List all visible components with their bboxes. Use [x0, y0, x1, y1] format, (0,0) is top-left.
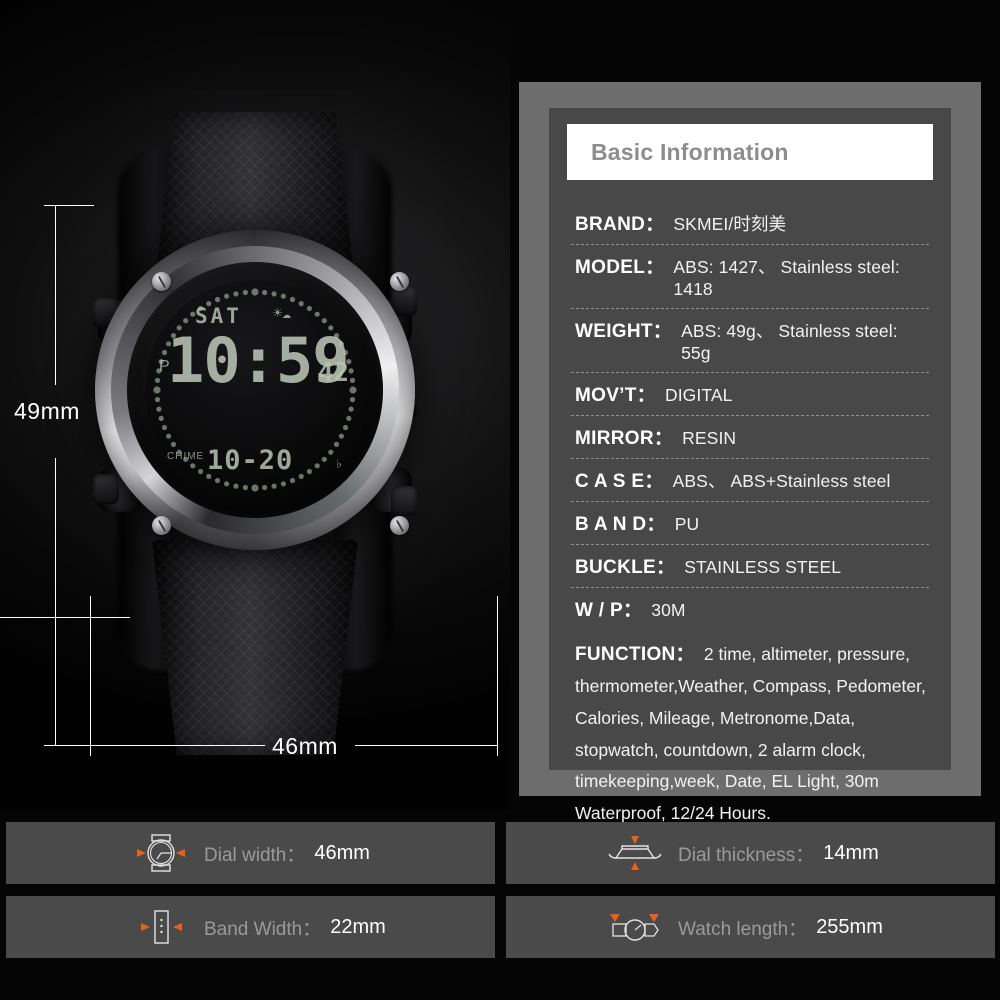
spec-row: BRAND： SKMEI/时刻美 — [571, 202, 929, 245]
dim-vline-upper — [55, 205, 56, 385]
dim-height-label: 49mm — [14, 398, 80, 424]
spec-value-function: 2 time, altimeter, pressure, thermometer… — [575, 644, 926, 824]
spec-row: BUCKLE： STAINLESS STEEL — [571, 545, 929, 588]
info-label-watch-length: Watch length： — [678, 918, 808, 940]
spec-label: BUCKLE： — [575, 557, 676, 578]
info-label-dial-thickness: Dial thickness： — [678, 844, 815, 866]
watch-lcd-display: SAT ☀☁ P 10:59 42 CHIME 10-20 ♭ — [145, 280, 365, 500]
spec-value: RESIN — [682, 428, 737, 448]
dim-width-label: 46mm — [272, 733, 338, 759]
spec-label: C A S E： — [575, 471, 664, 492]
page-title: Basic Information — [591, 138, 789, 165]
spec-value: STAINLESS STEEL — [684, 557, 842, 577]
spec-card: Basic Information BRAND： SKMEI/时刻美 MODEL： A… — [549, 108, 951, 823]
lcd-date: 10-20 — [207, 445, 294, 476]
spec-value: ABS、 ABS+Stainless steel — [672, 471, 891, 491]
info-label-dial-width: Dial width： — [204, 844, 306, 866]
watch-dial-width-icon — [130, 830, 192, 876]
spec-card-frame: Basic Information BRAND： SKMEI/时刻美 MODEL： A… — [519, 82, 981, 823]
spec-row: C A S E： ABS、 ABS+Stainless steel — [571, 459, 929, 502]
info-bar-dial-width: Dial width： 46mm — [6, 822, 495, 884]
bezel-screw — [390, 272, 409, 291]
info-value-watch-length: 255mm — [816, 915, 883, 938]
dim-aux-line — [0, 617, 130, 618]
bezel-screw — [390, 516, 409, 535]
spec-row: MIRROR： RESIN — [571, 416, 929, 459]
info-bar-dial-thickness: Dial thickness： 14mm — [506, 822, 995, 884]
dim-tick-bottom — [44, 745, 94, 746]
spec-row: WEIGHT： ABS: 49g、 Stainless steel: 55g — [571, 309, 929, 373]
spec-value: PU — [674, 514, 700, 534]
product-photo-panel: SAT ☀☁ P 10:59 42 CHIME 10-20 ♭ 49mm 46m… — [0, 0, 510, 810]
watch-thickness-icon — [604, 830, 666, 876]
watch-length-icon — [604, 904, 666, 950]
band-width-icon — [130, 904, 192, 950]
spec-value: DIGITAL — [664, 385, 733, 405]
dim-hline-right-tick — [497, 596, 498, 756]
spec-label: MIRROR： — [575, 428, 674, 449]
info-bar-watch-length: Watch length： 255mm — [506, 896, 995, 958]
spec-row-list: BRAND： SKMEI/时刻美 MODEL： ABS: 1427、 Stainles… — [571, 202, 929, 630]
dim-hline-left-tick — [90, 596, 91, 756]
spec-row: B A N D： PU — [571, 502, 929, 545]
spec-row: W / P： 30M — [571, 588, 929, 630]
spec-label: B A N D： — [575, 514, 666, 535]
spec-value: ABS: 1427、 Stainless steel: 1418 — [673, 257, 900, 299]
dim-hline-right — [355, 745, 498, 746]
spec-label: MOV’T： — [575, 385, 656, 406]
spec-value: 30M — [651, 600, 686, 620]
dim-hline-left — [90, 745, 265, 746]
lcd-chime-label: CHIME — [167, 451, 205, 462]
bell-icon: ♭ — [335, 457, 343, 472]
sun-cloud-icon: ☀☁ — [273, 304, 292, 322]
watch-strap-bottom — [152, 540, 358, 755]
info-bar-band-width: Band Width： 22mm — [6, 896, 495, 958]
watch-pusher-button — [391, 486, 417, 516]
spec-row: MODEL： ABS: 1427、 Stainless steel: 1418 — [571, 245, 929, 309]
info-value-dial-width: 46mm — [314, 841, 370, 864]
spec-label: BRAND： — [575, 214, 665, 235]
watch-pusher-button — [93, 474, 119, 504]
spec-title-bar: Basic Information — [567, 124, 933, 180]
info-value-dial-thickness: 14mm — [823, 841, 879, 864]
bezel-screw — [152, 516, 171, 535]
spec-label: WEIGHT： — [575, 321, 673, 342]
spec-value: SKMEI/时刻美 — [673, 214, 787, 234]
spec-label: W / P： — [575, 600, 643, 621]
spec-row-function: FUNCTION： 2 time, altimeter, pressure, t… — [571, 630, 929, 838]
spec-label-function: FUNCTION： — [575, 644, 695, 665]
spec-row: MOV’T： DIGITAL — [571, 373, 929, 416]
spec-value: ABS: 49g、 Stainless steel: 55g — [681, 321, 898, 363]
lcd-seconds: 42 — [317, 358, 349, 388]
dim-tick-top — [44, 205, 94, 206]
info-value-band-width: 22mm — [330, 915, 386, 938]
dim-vline-lower — [55, 458, 56, 745]
spec-label: MODEL： — [575, 257, 665, 278]
info-label-band-width: Band Width： — [204, 918, 322, 940]
